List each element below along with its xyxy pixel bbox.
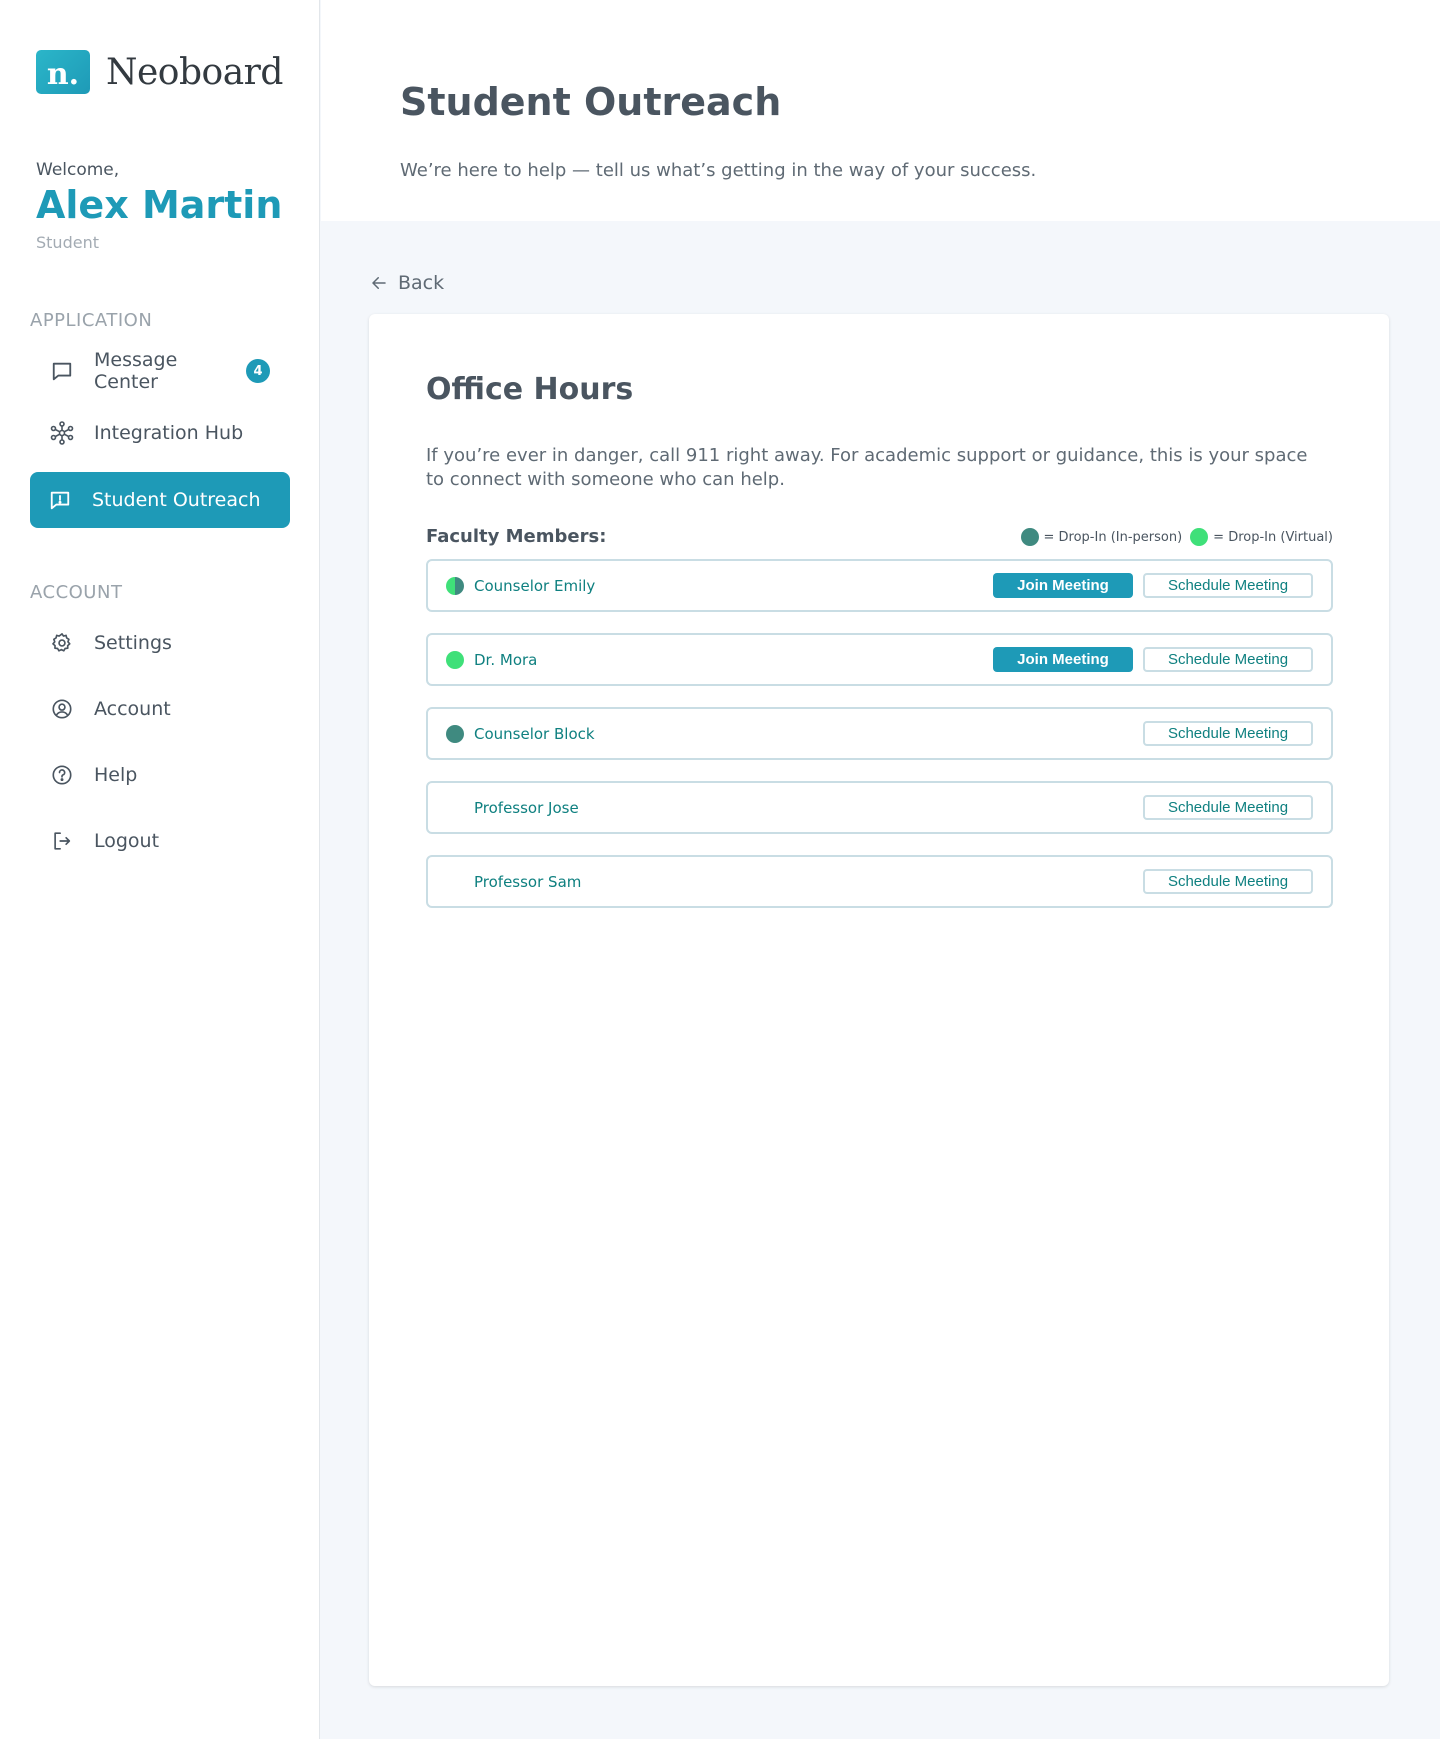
status-dot-icon xyxy=(446,724,464,743)
sidebar-item-label: Integration Hub xyxy=(94,422,244,444)
sidebar-item-label: Message Center xyxy=(94,349,178,393)
page-subtitle: We’re here to help — tell us what’s gett… xyxy=(400,160,1037,181)
status-dot-icon xyxy=(446,650,464,669)
logo-mark-icon: n. xyxy=(36,50,90,94)
legend-virtual: = Drop-In (Virtual) xyxy=(1213,529,1333,545)
schedule-meeting-button[interactable]: Schedule Meeting xyxy=(1143,869,1313,894)
status-legend: = Drop-In (In-person) = Drop-In (Virtual… xyxy=(1020,528,1333,546)
schedule-meeting-button[interactable]: Schedule Meeting xyxy=(1143,795,1313,820)
brand-logo[interactable]: n. Neoboard xyxy=(36,50,283,94)
sidebar-item-message-center[interactable]: Message Center 4 xyxy=(30,346,290,396)
message-alert-icon xyxy=(48,488,72,512)
schedule-meeting-button[interactable]: Schedule Meeting xyxy=(1143,721,1313,746)
user-role: Student xyxy=(36,233,99,252)
status-dot-icon xyxy=(446,873,464,891)
faculty-list: Counselor Emily Join Meeting Schedule Me… xyxy=(426,559,1333,929)
in-person-dot-icon xyxy=(1020,528,1039,546)
logout-icon xyxy=(50,829,74,853)
virtual-dot-icon xyxy=(1190,528,1209,546)
arrow-left-icon xyxy=(372,277,386,289)
page-header: Student Outreach We’re here to help — te… xyxy=(321,0,1440,221)
sidebar-item-label: Logout xyxy=(94,830,160,852)
faculty-name: Dr. Mora xyxy=(474,650,538,669)
sidebar-item-settings[interactable]: Settings xyxy=(30,628,290,658)
faculty-row[interactable]: Counselor Emily Join Meeting Schedule Me… xyxy=(426,559,1333,612)
application-section-label: APPLICATION xyxy=(30,310,153,331)
message-square-icon xyxy=(50,359,74,383)
office-hours-card: Office Hours If you’re ever in danger, c… xyxy=(369,314,1389,1686)
status-dot-icon xyxy=(446,576,464,595)
page-title: Student Outreach xyxy=(400,80,782,124)
user-circle-icon xyxy=(50,697,74,721)
faculty-label: Faculty Members: xyxy=(426,526,607,547)
faculty-row[interactable]: Counselor Block Schedule Meeting xyxy=(426,707,1333,760)
sidebar-item-student-outreach[interactable]: Student Outreach xyxy=(30,472,290,528)
account-section-label: ACCOUNT xyxy=(30,582,123,603)
back-label: Back xyxy=(398,272,445,294)
join-meeting-button[interactable]: Join Meeting xyxy=(993,647,1133,672)
status-dot-icon xyxy=(446,799,464,817)
sidebar-item-integration-hub[interactable]: Integration Hub xyxy=(30,418,290,448)
unread-count-badge: 4 xyxy=(246,359,270,383)
faculty-name: Professor Sam xyxy=(474,872,582,891)
brand-name: Neoboard xyxy=(106,51,283,93)
sidebar-item-help[interactable]: Help xyxy=(30,760,290,790)
faculty-row[interactable]: Dr. Mora Join Meeting Schedule Meeting xyxy=(426,633,1333,686)
card-description: If you’re ever in danger, call 911 right… xyxy=(426,445,1308,490)
sidebar-item-account[interactable]: Account xyxy=(30,694,290,724)
schedule-meeting-button[interactable]: Schedule Meeting xyxy=(1143,647,1313,672)
faculty-row[interactable]: Professor Sam Schedule Meeting xyxy=(426,855,1333,908)
faculty-row[interactable]: Professor Jose Schedule Meeting xyxy=(426,781,1333,834)
faculty-name: Counselor Emily xyxy=(474,576,596,595)
join-meeting-button[interactable]: Join Meeting xyxy=(993,573,1133,598)
faculty-name: Professor Jose xyxy=(474,798,579,817)
welcome-text: Welcome, xyxy=(36,160,120,180)
help-circle-icon xyxy=(50,763,74,787)
faculty-name: Counselor Block xyxy=(474,724,595,743)
schedule-meeting-button[interactable]: Schedule Meeting xyxy=(1143,573,1313,598)
user-name: Alex Martin xyxy=(36,183,283,227)
sidebar-item-label: Student Outreach xyxy=(92,489,261,511)
back-link[interactable]: Back xyxy=(370,272,444,294)
sidebar-item-label: Settings xyxy=(94,632,172,654)
card-title: Office Hours xyxy=(426,372,634,407)
sidebar-item-label: Help xyxy=(94,764,138,786)
gear-icon xyxy=(50,631,74,655)
sidebar-item-label: Account xyxy=(94,698,171,720)
legend-in-person: = Drop-In (In-person) xyxy=(1043,529,1183,545)
network-icon xyxy=(50,421,74,445)
sidebar: n. Neoboard Welcome, Alex Martin Student… xyxy=(0,0,320,1739)
sidebar-item-logout[interactable]: Logout xyxy=(30,826,290,856)
